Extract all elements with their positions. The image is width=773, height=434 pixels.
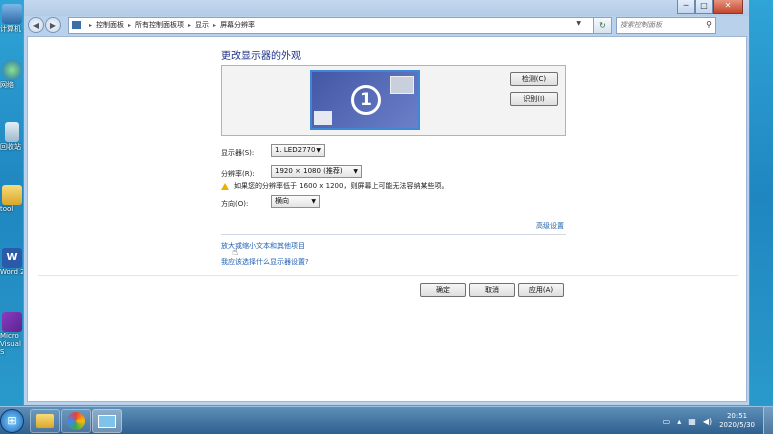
warning-text: 如果您的分辨率低于 1600 x 1200，则屏幕上可能无法容纳某些项。 bbox=[234, 182, 449, 190]
chevron-right-icon: ▸ bbox=[89, 21, 93, 29]
desktop-icon-computer[interactable]: 计算机 bbox=[0, 4, 24, 34]
monitor-number: 1 bbox=[351, 85, 381, 115]
hand-cursor-icon: ☝ bbox=[232, 247, 239, 258]
display-label: 显示器(S): bbox=[221, 149, 255, 157]
keyboard-icon[interactable]: ▭ bbox=[663, 417, 671, 426]
network-icon[interactable]: ▦ bbox=[688, 417, 696, 426]
refresh-icon: ↻ bbox=[599, 20, 606, 30]
chevron-up-icon[interactable]: ▴ bbox=[677, 417, 681, 426]
chevron-down-icon: ▼ bbox=[353, 168, 358, 175]
divider bbox=[38, 275, 738, 276]
warning-icon bbox=[221, 182, 229, 190]
desktop-icon-label: Word 2 bbox=[0, 268, 24, 276]
display-preview: 1 检测(C) 识别(I) bbox=[221, 65, 566, 136]
chevron-down-icon: ▼ bbox=[316, 147, 321, 154]
title-bar[interactable]: ─ □ ✕ bbox=[24, 0, 749, 16]
resolution-warning: 如果您的分辨率低于 1600 x 1200，则屏幕上可能无法容纳某些项。 bbox=[221, 181, 448, 191]
desktop-icon-label: Micro Visual S bbox=[0, 332, 21, 356]
volume-icon[interactable]: ◀) bbox=[703, 417, 712, 426]
screen-thumbnail bbox=[314, 111, 332, 125]
system-tray: ▭ ▴ ▦ ◀) 20:51 2020/5/30 bbox=[663, 407, 773, 434]
breadcrumb-item[interactable]: 显示 bbox=[195, 20, 209, 30]
desktop-icon-label: 回收站 bbox=[0, 143, 21, 151]
desktop-icon-recycle-bin[interactable]: 回收站 bbox=[0, 122, 24, 152]
desktop-icon-word[interactable]: W Word 2 bbox=[0, 248, 24, 276]
clock-time: 20:51 bbox=[726, 412, 748, 420]
desktop-icon-network[interactable]: 网络 bbox=[0, 60, 24, 90]
apply-button[interactable]: 应用(A) bbox=[518, 283, 564, 297]
taskbar-explorer[interactable] bbox=[30, 409, 60, 433]
resolution-label: 分辨率(R): bbox=[221, 170, 255, 178]
taskbar-browser[interactable] bbox=[61, 409, 91, 433]
taskbar-control-panel[interactable] bbox=[92, 409, 122, 433]
breadcrumb-item[interactable]: 所有控制面板项 bbox=[135, 20, 184, 30]
forward-button[interactable]: ▶ bbox=[45, 17, 61, 33]
refresh-button[interactable]: ↻ bbox=[594, 16, 612, 34]
chevron-right-icon: ▸ bbox=[213, 21, 217, 29]
display-select[interactable]: 1. LED2770 ▼ bbox=[271, 144, 325, 157]
chevron-right-icon: ▸ bbox=[188, 21, 192, 29]
identify-button[interactable]: 识别(I) bbox=[510, 92, 558, 106]
divider bbox=[221, 234, 566, 235]
chevron-down-icon: ▼ bbox=[311, 198, 316, 205]
orientation-select[interactable]: 横向 ▼ bbox=[271, 195, 320, 208]
word-icon: W bbox=[2, 248, 22, 268]
content-pane: 更改显示器的外观 1 检测(C) 识别(I) 显示器(S): 1. LED277… bbox=[27, 36, 747, 402]
maximize-button[interactable]: □ bbox=[695, 0, 713, 14]
orientation-value: 横向 bbox=[275, 197, 289, 205]
advanced-settings-link[interactable]: 高级设置 bbox=[536, 221, 564, 231]
chevron-down-icon[interactable]: ▼ bbox=[576, 20, 581, 27]
window-controls: ─ □ ✕ bbox=[677, 0, 743, 14]
recycle-bin-icon bbox=[5, 122, 19, 142]
cancel-button[interactable]: 取消 bbox=[469, 283, 515, 297]
arrow-right-icon: ▶ bbox=[49, 20, 57, 30]
browser-icon bbox=[67, 412, 85, 430]
monitor-1[interactable]: 1 bbox=[310, 70, 420, 130]
search-box[interactable]: ⚲ bbox=[616, 16, 716, 34]
desktop-icon-label: 网络 bbox=[0, 81, 14, 89]
minimize-button[interactable]: ─ bbox=[677, 0, 695, 14]
detect-button[interactable]: 检测(C) bbox=[510, 72, 558, 86]
close-button[interactable]: ✕ bbox=[713, 0, 743, 14]
resolution-value: 1920 × 1080 (推荐) bbox=[275, 167, 343, 175]
desktop-icon-label: tool bbox=[0, 205, 14, 213]
search-input[interactable] bbox=[617, 17, 701, 33]
desktop-icon-visual-studio[interactable]: Micro Visual S bbox=[0, 312, 24, 356]
desktop-icon-tool[interactable]: tool bbox=[0, 185, 24, 213]
show-desktop-button[interactable] bbox=[763, 407, 773, 434]
screen-thumbnail bbox=[390, 76, 414, 94]
back-button[interactable]: ◀ bbox=[28, 17, 44, 33]
clock-date: 2020/5/30 bbox=[719, 421, 755, 429]
display-settings-help-link[interactable]: 我应该选择什么显示器设置? bbox=[221, 257, 309, 267]
folder-icon bbox=[36, 414, 54, 428]
arrow-left-icon: ◀ bbox=[32, 20, 40, 30]
screen-resolution-window: ─ □ ✕ ◀ ▶ ▸ 控制面板 ▸ 所有控制面板项 ▸ 显示 ▸ 屏幕分辨率 … bbox=[23, 0, 750, 406]
resolution-select[interactable]: 1920 × 1080 (推荐) ▼ bbox=[271, 165, 362, 178]
orientation-label: 方向(O): bbox=[221, 200, 249, 208]
search-icon[interactable]: ⚲ bbox=[706, 20, 712, 29]
page-title: 更改显示器的外观 bbox=[221, 51, 301, 62]
control-panel-icon bbox=[72, 21, 81, 29]
ok-button[interactable]: 确定 bbox=[420, 283, 466, 297]
breadcrumb-item[interactable]: 屏幕分辨率 bbox=[220, 20, 255, 30]
network-icon bbox=[2, 60, 22, 80]
display-value: 1. LED2770 bbox=[275, 146, 316, 154]
chevron-right-icon: ▸ bbox=[128, 21, 132, 29]
clock[interactable]: 20:51 2020/5/30 bbox=[719, 412, 755, 430]
breadcrumb-item[interactable]: 控制面板 bbox=[96, 20, 124, 30]
breadcrumb[interactable]: ▸ 控制面板 ▸ 所有控制面板项 ▸ 显示 ▸ 屏幕分辨率 ▼ bbox=[68, 16, 594, 34]
visual-studio-icon bbox=[2, 312, 22, 332]
monitor-icon bbox=[98, 414, 116, 428]
desktop-icon-label: 计算机 bbox=[0, 25, 21, 33]
folder-icon bbox=[2, 185, 22, 205]
taskbar: ⊞ ▭ ▴ ▦ ◀) 20:51 2020/5/30 bbox=[0, 406, 773, 434]
windows-start-icon[interactable]: ⊞ bbox=[0, 409, 24, 433]
computer-icon bbox=[2, 4, 22, 24]
address-bar: ◀ ▶ ▸ 控制面板 ▸ 所有控制面板项 ▸ 显示 ▸ 屏幕分辨率 ▼ ↻ ⚲ bbox=[28, 15, 748, 35]
